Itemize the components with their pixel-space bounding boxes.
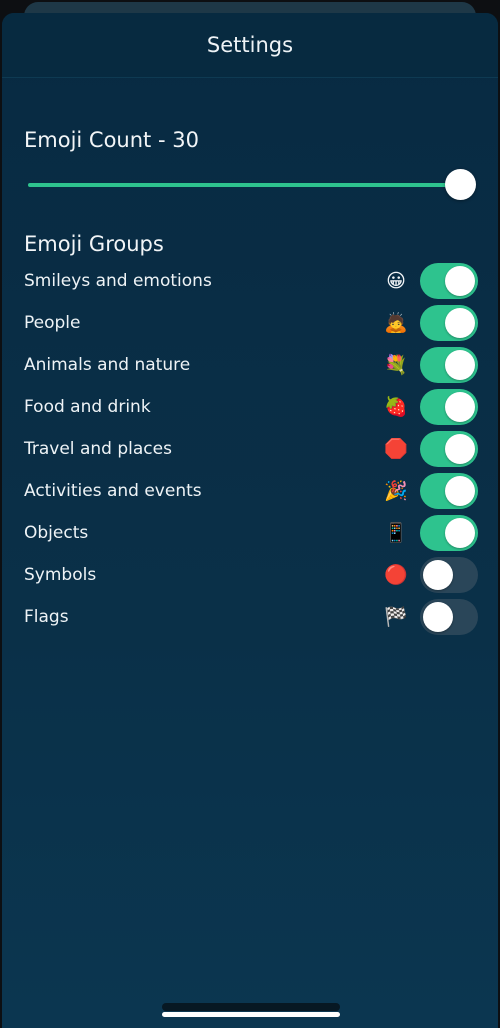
- emoji-group-toggle[interactable]: [420, 557, 478, 593]
- emoji-group-row: Activities and events 🎉: [24, 470, 478, 512]
- emoji-group-toggle[interactable]: [420, 389, 478, 425]
- emoji-group-label: Smileys and emotions: [24, 271, 212, 291]
- party-popper-icon: 🎉: [384, 479, 408, 502]
- chequered-flag-icon: 🏁: [384, 605, 408, 628]
- emoji-group-toggle[interactable]: [420, 263, 478, 299]
- emoji-group-row: Smileys and emotions 😀: [24, 260, 478, 302]
- home-indicator-shadow: [162, 1003, 340, 1011]
- emoji-group-row: People 🙇: [24, 302, 478, 344]
- home-indicator[interactable]: [162, 1012, 340, 1017]
- emoji-groups-list: Smileys and emotions 😀 People 🙇 Animals and …: [24, 260, 478, 638]
- person-bowing-icon: 🙇: [384, 311, 408, 334]
- emoji-group-row: Animals and nature 💐: [24, 344, 478, 386]
- emoji-group-label: Flags: [24, 607, 69, 627]
- slider-thumb[interactable]: [445, 169, 476, 200]
- emoji-group-label: Activities and events: [24, 481, 202, 501]
- emoji-group-label: Food and drink: [24, 397, 151, 417]
- emoji-group-label: Animals and nature: [24, 355, 191, 375]
- emoji-group-toggle[interactable]: [420, 431, 478, 467]
- emoji-group-label: Travel and places: [24, 439, 172, 459]
- toggle-knob[interactable]: [445, 308, 475, 338]
- strawberry-icon: 🍓: [384, 395, 408, 418]
- toggle-knob[interactable]: [445, 518, 475, 548]
- emoji-group-row: Travel and places 🛑: [24, 428, 478, 470]
- mobile-phone-icon: 📱: [384, 521, 408, 544]
- settings-sheet: Settings Emoji Count - 30 Emoji Groups S…: [2, 13, 498, 1028]
- emoji-group-toggle[interactable]: [420, 473, 478, 509]
- bouquet-icon: 💐: [384, 353, 408, 376]
- emoji-group-toggle[interactable]: [420, 599, 478, 635]
- emoji-count-slider[interactable]: [24, 168, 476, 202]
- toggle-knob[interactable]: [423, 602, 453, 632]
- emoji-group-toggle[interactable]: [420, 515, 478, 551]
- slider-track[interactable]: [28, 183, 462, 187]
- page-title: Settings: [206, 33, 294, 57]
- toggle-knob[interactable]: [445, 350, 475, 380]
- emoji-group-toggle[interactable]: [420, 305, 478, 341]
- emoji-group-row: Flags 🏁: [24, 596, 478, 638]
- red-circle-icon: 🔴: [384, 563, 408, 586]
- toggle-knob[interactable]: [445, 266, 475, 296]
- emoji-group-row: Objects 📱: [24, 512, 478, 554]
- emoji-group-toggle[interactable]: [420, 347, 478, 383]
- header: Settings: [2, 13, 498, 78]
- emoji-group-label: Symbols: [24, 565, 97, 585]
- toggle-knob[interactable]: [423, 560, 453, 590]
- emoji-group-row: Food and drink 🍓: [24, 386, 478, 428]
- stop-sign-icon: 🛑: [384, 437, 408, 460]
- emoji-group-label: People: [24, 313, 81, 333]
- toggle-knob[interactable]: [445, 476, 475, 506]
- toggle-knob[interactable]: [445, 434, 475, 464]
- emoji-count-label: Emoji Count - 30: [24, 128, 199, 152]
- toggle-knob[interactable]: [445, 392, 475, 422]
- emoji-group-row: Symbols 🔴: [24, 554, 478, 596]
- emoji-group-label: Objects: [24, 523, 89, 543]
- emoji-groups-heading: Emoji Groups: [24, 232, 164, 256]
- grinning-face-icon: 😀: [386, 269, 406, 292]
